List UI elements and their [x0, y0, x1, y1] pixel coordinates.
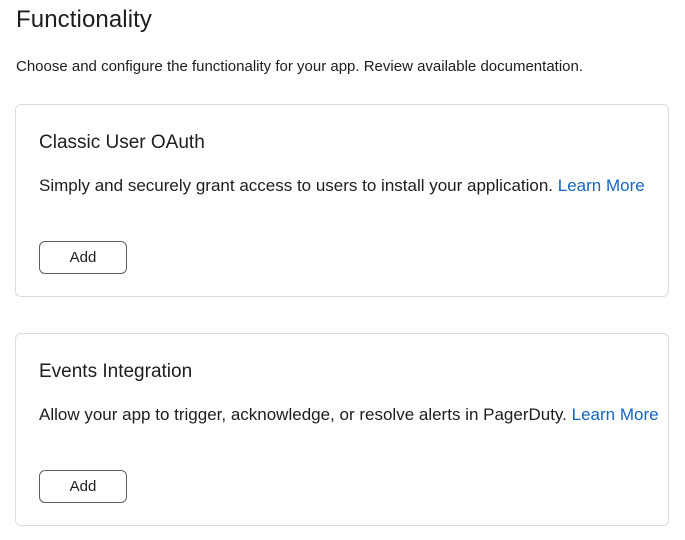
card-description-text: Allow your app to trigger, acknowledge, … — [39, 405, 567, 424]
card-description: Simply and securely grant access to user… — [39, 172, 659, 199]
card-title: Classic User OAuth — [39, 132, 205, 153]
learn-more-link[interactable]: Learn More — [558, 176, 645, 195]
page-description: Choose and configure the functionality f… — [16, 58, 584, 75]
add-events-integration-button[interactable]: Add — [39, 470, 127, 503]
card-description: Allow your app to trigger, acknowledge, … — [39, 401, 659, 428]
card-description-text: Simply and securely grant access to user… — [39, 176, 554, 195]
page-title: Functionality — [16, 6, 153, 33]
card-title: Events Integration — [39, 361, 193, 382]
add-oauth-button[interactable]: Add — [39, 241, 127, 274]
events-integration-card: Events Integration Allow your app to tri… — [15, 333, 669, 526]
learn-more-link[interactable]: Learn More — [572, 405, 659, 424]
classic-user-oauth-card: Classic User OAuth Simply and securely g… — [15, 104, 669, 297]
functionality-page: Functionality Choose and configure the f… — [0, 0, 685, 540]
